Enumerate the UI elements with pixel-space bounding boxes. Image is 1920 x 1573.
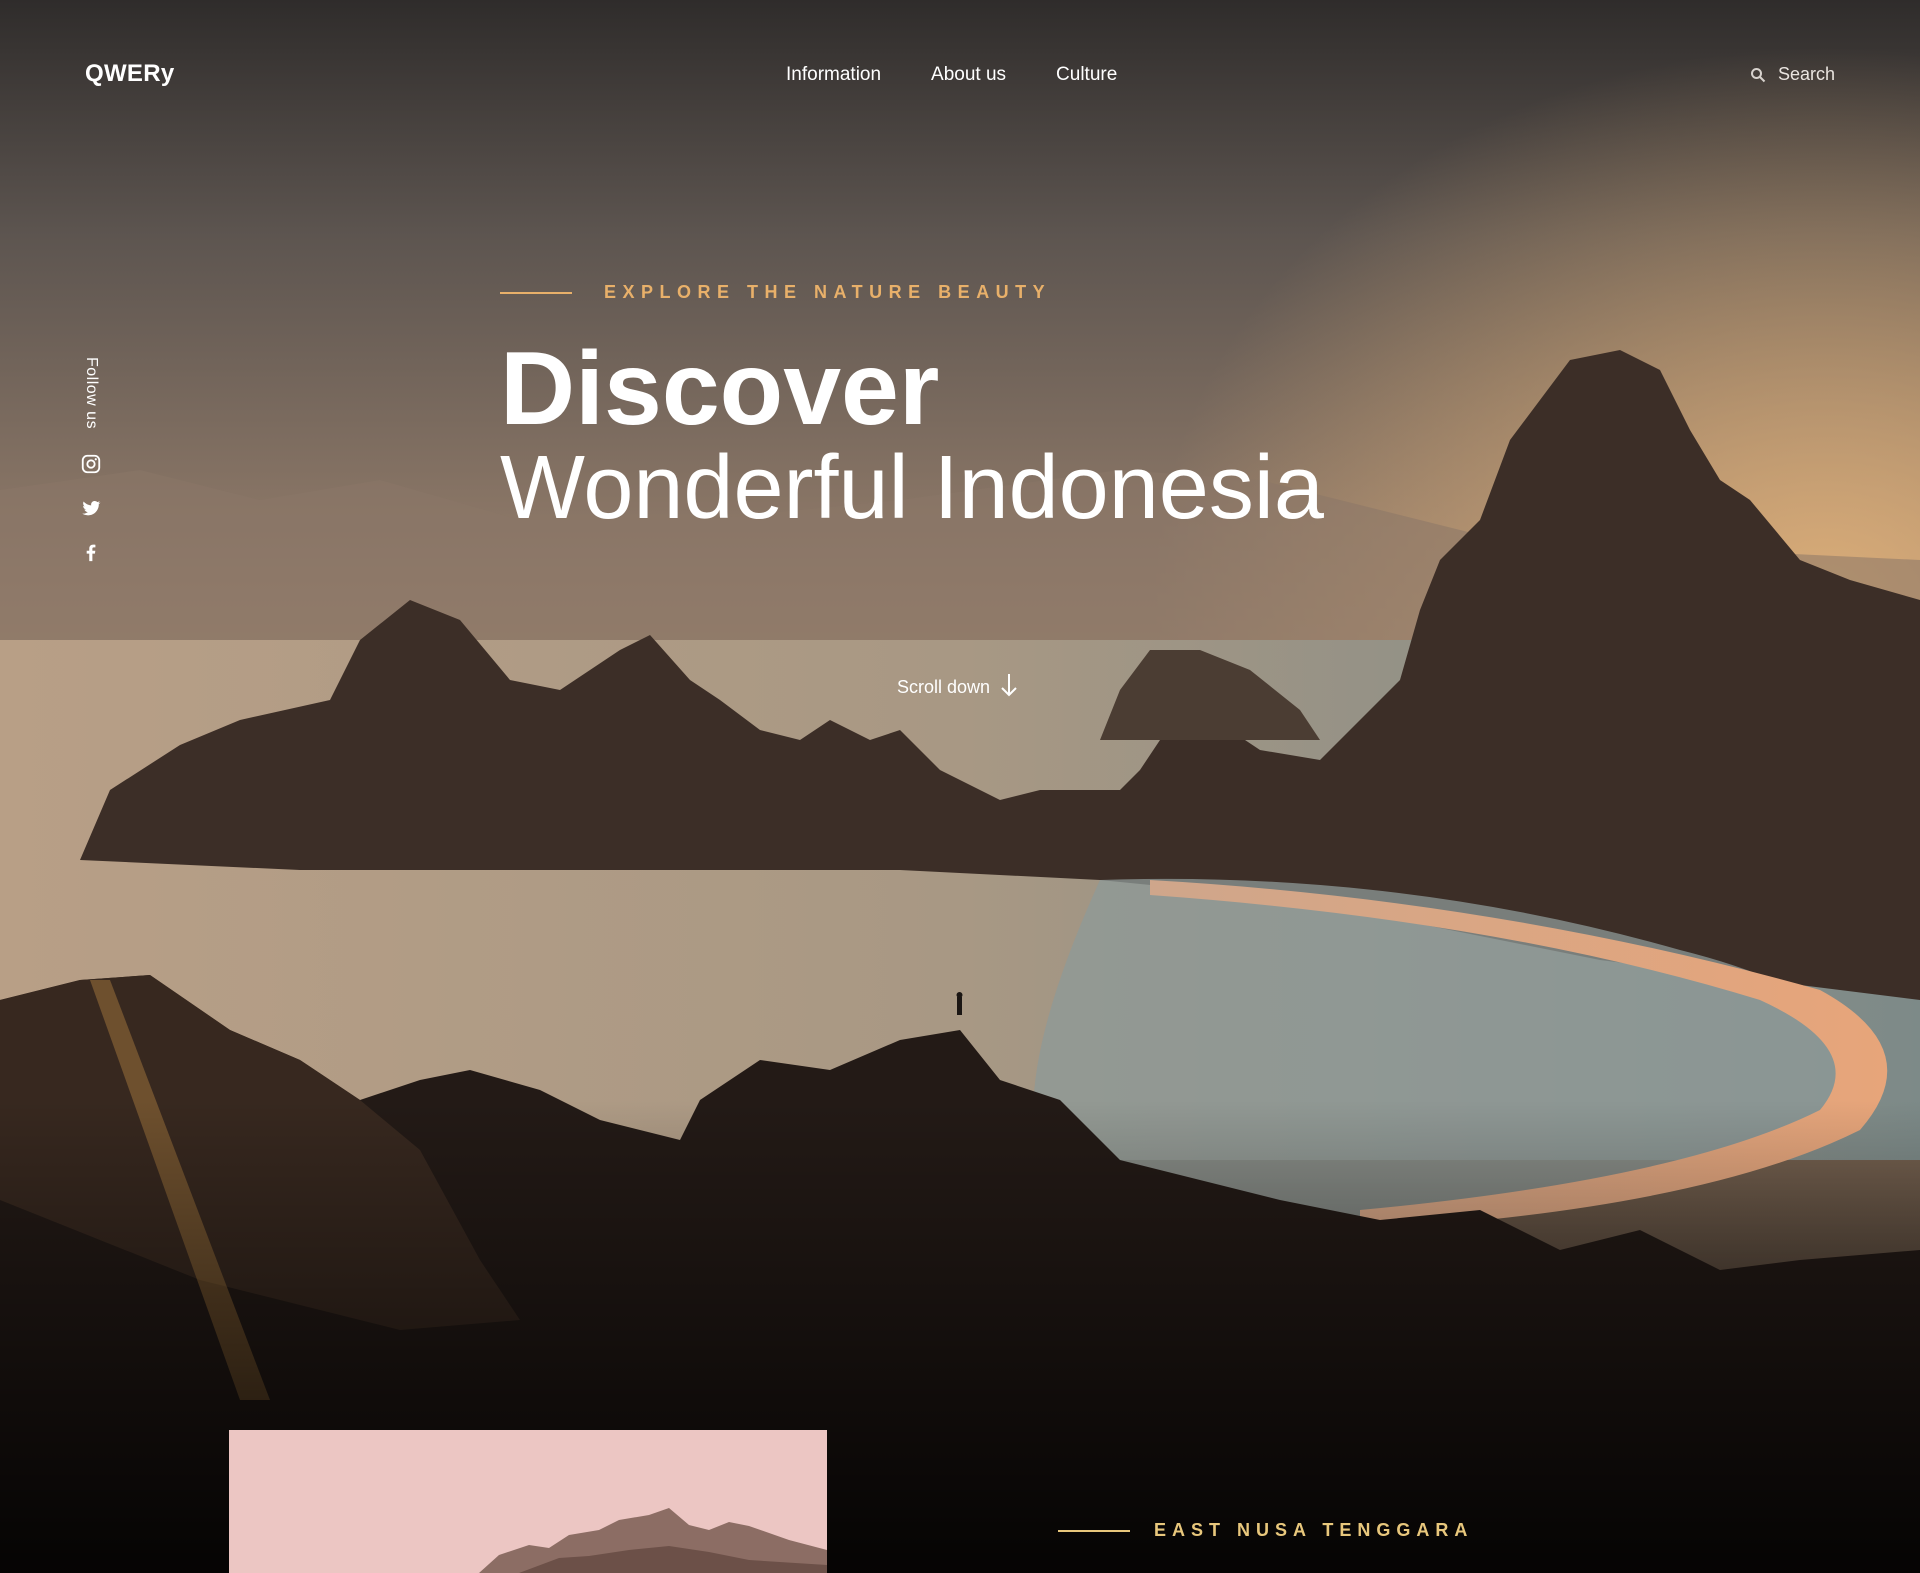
section-eyebrow-text: EAST NUSA TENGGARA bbox=[1154, 1520, 1474, 1540]
search-input[interactable]: Search bbox=[1778, 64, 1835, 85]
social-rail: Follow us bbox=[76, 357, 106, 585]
eyebrow-rule bbox=[500, 291, 572, 294]
nav-item-culture[interactable]: Culture bbox=[1056, 64, 1117, 86]
hero-eyebrow: EXPLORE THE NATURE BEAUTY bbox=[500, 282, 1324, 303]
top-navigation: QWERy Information About us Culture Searc… bbox=[0, 0, 1920, 150]
nav-item-information[interactable]: Information bbox=[786, 64, 881, 86]
search-box[interactable]: Search bbox=[1750, 64, 1835, 85]
arrow-down-icon bbox=[1000, 672, 1018, 703]
hero-eyebrow-text: EXPLORE THE NATURE BEAUTY bbox=[604, 282, 1052, 302]
hero-title-line1: Discover bbox=[500, 331, 940, 447]
section-eyebrow: EAST NUSA TENGGARA bbox=[1058, 1520, 1473, 1541]
scroll-down-link[interactable]: Scroll down bbox=[897, 672, 1018, 703]
logo[interactable]: QWERy bbox=[85, 60, 175, 88]
hero-title-line2: Wonderful Indonesia bbox=[500, 438, 1324, 538]
search-icon[interactable] bbox=[1750, 67, 1766, 83]
facebook-icon[interactable] bbox=[80, 541, 102, 563]
hero-background-image bbox=[0, 0, 1920, 1573]
twitter-icon[interactable] bbox=[80, 497, 102, 519]
scroll-down-label: Scroll down bbox=[897, 677, 991, 697]
main-nav: Information About us Culture bbox=[786, 64, 1117, 86]
instagram-icon[interactable] bbox=[80, 453, 102, 475]
follow-us-label: Follow us bbox=[83, 357, 100, 430]
nav-item-about-us[interactable]: About us bbox=[931, 64, 1006, 86]
hero-content: EXPLORE THE NATURE BEAUTY Discover Wonde… bbox=[500, 282, 1324, 536]
section-eyebrow-rule bbox=[1058, 1529, 1130, 1532]
destination-thumbnail[interactable] bbox=[229, 1430, 827, 1573]
